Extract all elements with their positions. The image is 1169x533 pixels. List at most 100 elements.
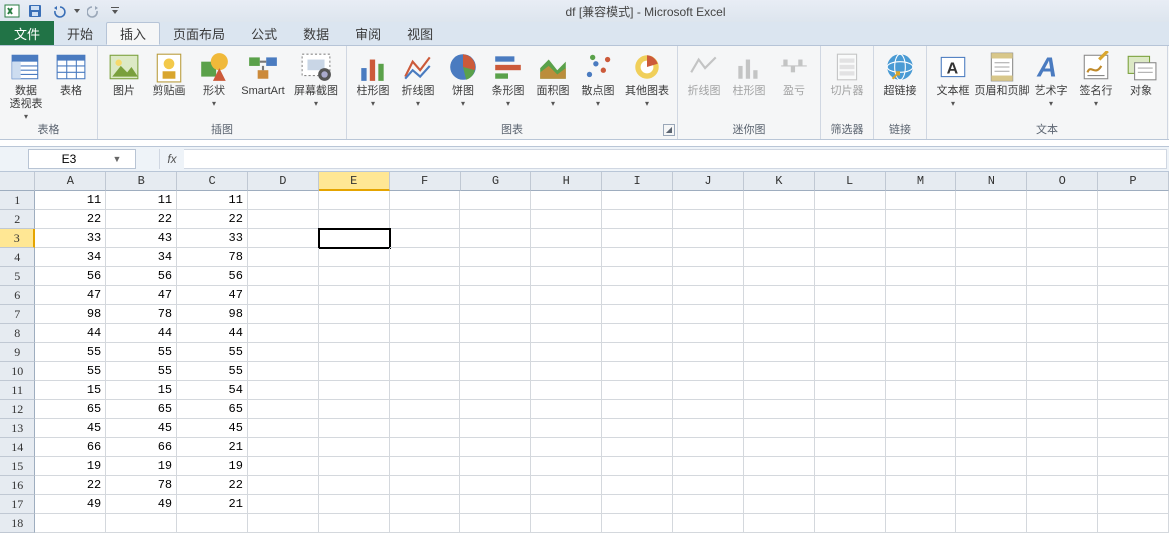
cell-H1[interactable] (531, 191, 602, 210)
cell-D12[interactable] (248, 400, 319, 419)
cell-G13[interactable] (460, 419, 531, 438)
cell-F6[interactable] (390, 286, 461, 305)
row-header-8[interactable]: 8 (0, 324, 35, 343)
cell-F12[interactable] (390, 400, 461, 419)
table-button[interactable]: 表格 (49, 49, 93, 98)
cell-G15[interactable] (460, 457, 531, 476)
cell-O9[interactable] (1027, 343, 1098, 362)
cell-F3[interactable] (390, 229, 461, 248)
cell-H8[interactable] (531, 324, 602, 343)
textbox-button[interactable]: 文本框▾ (931, 49, 975, 108)
cell-J10[interactable] (673, 362, 744, 381)
qat-customize-dropdown[interactable] (108, 1, 122, 21)
cell-O11[interactable] (1027, 381, 1098, 400)
cell-O14[interactable] (1027, 438, 1098, 457)
cell-L7[interactable] (815, 305, 886, 324)
cell-D8[interactable] (248, 324, 319, 343)
picture-button[interactable]: 图片 (102, 49, 146, 98)
cell-J13[interactable] (673, 419, 744, 438)
cell-N9[interactable] (956, 343, 1027, 362)
cell-D15[interactable] (248, 457, 319, 476)
cell-K7[interactable] (744, 305, 815, 324)
tab-数据[interactable]: 数据 (290, 22, 342, 45)
row-header-1[interactable]: 1 (0, 191, 35, 210)
row-header-7[interactable]: 7 (0, 305, 35, 324)
cell-L5[interactable] (815, 267, 886, 286)
cell-P5[interactable] (1098, 267, 1169, 286)
row-header-2[interactable]: 2 (0, 210, 35, 229)
row-header-6[interactable]: 6 (0, 286, 35, 305)
cell-J1[interactable] (673, 191, 744, 210)
scatter-button[interactable]: 散点图▾ (576, 49, 620, 108)
col-header-D[interactable]: D (248, 172, 319, 191)
headerfooter-button[interactable]: 页眉和页脚 (976, 49, 1028, 98)
cell-A7[interactable]: 98 (35, 305, 106, 324)
cell-P15[interactable] (1098, 457, 1169, 476)
cell-J2[interactable] (673, 210, 744, 229)
cell-H16[interactable] (531, 476, 602, 495)
cell-K16[interactable] (744, 476, 815, 495)
cell-F8[interactable] (390, 324, 461, 343)
cell-O16[interactable] (1027, 476, 1098, 495)
sigline-button[interactable]: 签名行▾ (1074, 49, 1118, 108)
cell-N5[interactable] (956, 267, 1027, 286)
cell-F5[interactable] (390, 267, 461, 286)
cell-P13[interactable] (1098, 419, 1169, 438)
cell-G6[interactable] (460, 286, 531, 305)
row-header-4[interactable]: 4 (0, 248, 35, 267)
cell-A5[interactable]: 56 (35, 267, 106, 286)
cell-D5[interactable] (248, 267, 319, 286)
cell-H17[interactable] (531, 495, 602, 514)
cell-G2[interactable] (460, 210, 531, 229)
cell-C4[interactable]: 78 (177, 248, 248, 267)
cell-D1[interactable] (248, 191, 319, 210)
cell-L12[interactable] (815, 400, 886, 419)
column-button[interactable]: 柱形图▾ (351, 49, 395, 108)
col-header-L[interactable]: L (815, 172, 886, 191)
cell-N18[interactable] (956, 514, 1027, 533)
cell-E6[interactable] (319, 286, 390, 305)
cell-G9[interactable] (460, 343, 531, 362)
cell-I13[interactable] (602, 419, 673, 438)
cell-A6[interactable]: 47 (35, 286, 106, 305)
cell-D17[interactable] (248, 495, 319, 514)
cell-O12[interactable] (1027, 400, 1098, 419)
cell-A15[interactable]: 19 (35, 457, 106, 476)
cell-M11[interactable] (886, 381, 957, 400)
cell-H2[interactable] (531, 210, 602, 229)
cell-C14[interactable]: 21 (177, 438, 248, 457)
cell-O8[interactable] (1027, 324, 1098, 343)
cell-J15[interactable] (673, 457, 744, 476)
cell-P12[interactable] (1098, 400, 1169, 419)
cell-L10[interactable] (815, 362, 886, 381)
cell-P18[interactable] (1098, 514, 1169, 533)
formula-input[interactable] (184, 149, 1167, 169)
cell-C11[interactable]: 54 (177, 381, 248, 400)
cell-I8[interactable] (602, 324, 673, 343)
cell-G14[interactable] (460, 438, 531, 457)
cell-N11[interactable] (956, 381, 1027, 400)
cell-K15[interactable] (744, 457, 815, 476)
cell-N3[interactable] (956, 229, 1027, 248)
cell-C7[interactable]: 98 (177, 305, 248, 324)
cell-P7[interactable] (1098, 305, 1169, 324)
cell-K18[interactable] (744, 514, 815, 533)
cell-J3[interactable] (673, 229, 744, 248)
cell-F9[interactable] (390, 343, 461, 362)
cell-A3[interactable]: 33 (35, 229, 106, 248)
name-box-input[interactable] (29, 152, 109, 166)
cell-O15[interactable] (1027, 457, 1098, 476)
cell-H3[interactable] (531, 229, 602, 248)
cell-I18[interactable] (602, 514, 673, 533)
cell-L11[interactable] (815, 381, 886, 400)
cell-F17[interactable] (390, 495, 461, 514)
cell-K14[interactable] (744, 438, 815, 457)
file-tab[interactable]: 文件 (0, 21, 54, 45)
cell-I9[interactable] (602, 343, 673, 362)
cell-P8[interactable] (1098, 324, 1169, 343)
cell-O18[interactable] (1027, 514, 1098, 533)
cell-H4[interactable] (531, 248, 602, 267)
col-header-M[interactable]: M (886, 172, 957, 191)
cell-L2[interactable] (815, 210, 886, 229)
cell-P6[interactable] (1098, 286, 1169, 305)
